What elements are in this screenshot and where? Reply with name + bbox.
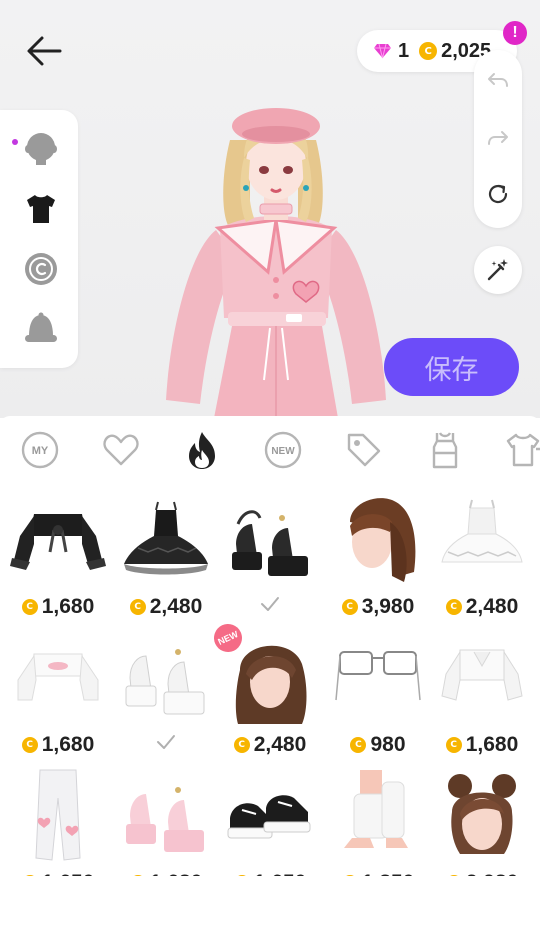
tab-my-label: MY [32, 445, 49, 457]
white-ruffle-blouse-thumbnail [441, 649, 523, 701]
coin-icon: C [341, 599, 358, 615]
new-icon: NEW [264, 431, 302, 469]
black-sneakers-thumbnail [227, 795, 311, 839]
tab-hot[interactable] [182, 430, 222, 470]
tab-sale[interactable] [344, 430, 384, 470]
tab-favorites[interactable] [101, 430, 141, 470]
check-icon [157, 735, 175, 749]
coin-icon: C [129, 599, 146, 615]
tab-new[interactable]: NEW [263, 430, 303, 470]
hat-icon [25, 312, 57, 342]
tab-outfit[interactable] [425, 430, 465, 470]
white-crop-top-thumbnail [17, 653, 99, 701]
silver-glasses-thumbnail [335, 651, 421, 701]
bun-hairstyle-thumbnail [448, 774, 516, 854]
price-label: C 980 [330, 732, 426, 758]
item-white-ruffle-blouse[interactable]: C 1,680 [434, 630, 530, 760]
category-panel [0, 110, 78, 368]
tag-icon [347, 433, 381, 467]
check-icon [261, 597, 279, 611]
price-value: 1,680 [465, 733, 519, 756]
price-label: C 2,480 [434, 594, 530, 620]
coin-icon: C [350, 737, 367, 753]
coin-icon: C [21, 737, 38, 753]
item-white-crop-top[interactable]: C 1,680 [10, 630, 106, 760]
category-hat[interactable] [22, 310, 60, 348]
price-value: 980 [370, 733, 406, 756]
price-value: 1,680 [41, 733, 95, 756]
price-label: C 2,480 [222, 732, 318, 758]
category-copyright[interactable] [22, 250, 60, 288]
coin-icon: C [445, 599, 462, 615]
price-label: C1,680 [10, 594, 106, 620]
avatar-stage: 1 C 2,025 ! 保存 [0, 0, 540, 418]
item-brown-long-hair[interactable]: NEW C 2,480 [209, 619, 318, 760]
owned-checkmark [118, 734, 214, 754]
white-platform-heels-thumbnail [125, 649, 205, 715]
price-value: 2,480 [149, 595, 203, 618]
undo-icon[interactable] [486, 68, 510, 92]
coin-icon: C [419, 42, 438, 60]
category-clothing[interactable] [22, 190, 60, 228]
active-category-indicator [12, 139, 18, 145]
redo-icon[interactable] [486, 126, 510, 150]
price-label: C1,680 [434, 732, 530, 758]
back-button[interactable] [22, 32, 66, 70]
copyright-icon [25, 253, 57, 285]
tab-new-label: NEW [271, 446, 295, 457]
price-value: 2,480 [465, 595, 519, 618]
tab-sets[interactable] [506, 430, 540, 470]
price-label: C1,680 [10, 732, 106, 758]
price-label: C 3,980 [330, 594, 426, 620]
catalog-tabs: MY NEW [0, 416, 540, 484]
item-silver-glasses[interactable]: C 980 [330, 630, 426, 760]
head-icon [25, 133, 57, 165]
item-white-tutu-dress[interactable]: C 2,480 [434, 492, 530, 622]
gem-count: 1 [398, 39, 410, 62]
flame-icon [189, 432, 215, 469]
outfit-icon [432, 432, 458, 469]
item-black-tutu-dress[interactable]: C 2,480 [118, 492, 214, 622]
price-label: C 2,480 [118, 594, 214, 620]
my-icon: MY [21, 431, 59, 469]
back-arrow-icon [27, 36, 62, 66]
black-tutu-dress-thumbnail [124, 501, 208, 575]
item-black-ruffle-top[interactable]: C 1,680 [10, 492, 106, 622]
avatar-figure[interactable] [160, 100, 392, 418]
category-head[interactable] [22, 130, 60, 168]
heart-flared-pants-thumbnail [35, 769, 81, 861]
magic-wand-icon [487, 259, 508, 281]
alert-badge[interactable]: ! [503, 21, 527, 45]
coin-icon: C [445, 737, 462, 753]
reset-icon[interactable] [486, 182, 510, 206]
bottom-fade [0, 876, 540, 930]
save-button[interactable]: 保存 [384, 338, 519, 396]
black-platform-heels-thumbnail [232, 510, 308, 576]
magic-wand-button[interactable] [474, 246, 522, 294]
history-controls [474, 50, 522, 228]
white-leg-warmers-thumbnail [344, 770, 408, 848]
price-value: 1,680 [41, 595, 95, 618]
item-brown-ponytail-hair[interactable]: C 3,980 [330, 492, 426, 622]
brown-ponytail-hair-thumbnail [350, 498, 416, 582]
black-ruffle-top-thumbnail [10, 514, 106, 570]
item-black-platform-heels[interactable] [222, 492, 318, 622]
pink-platform-heels-thumbnail [126, 787, 204, 852]
item-white-platform-heels[interactable] [118, 630, 214, 760]
price-value: 3,980 [361, 595, 415, 618]
owned-checkmark [222, 596, 318, 616]
item-catalog: MY NEW C 1,680 C 2,480 C 3,980 C 2,480 C… [0, 416, 540, 930]
coin-icon: C [21, 599, 38, 615]
coin-icon: C [233, 737, 250, 753]
white-tutu-dress-thumbnail [441, 499, 523, 563]
gem-icon [374, 43, 391, 59]
price-value: 2,480 [253, 733, 307, 756]
heart-icon [103, 434, 139, 466]
tab-my[interactable]: MY [20, 430, 60, 470]
shirt-icon [27, 195, 55, 223]
sets-icon [506, 433, 540, 467]
